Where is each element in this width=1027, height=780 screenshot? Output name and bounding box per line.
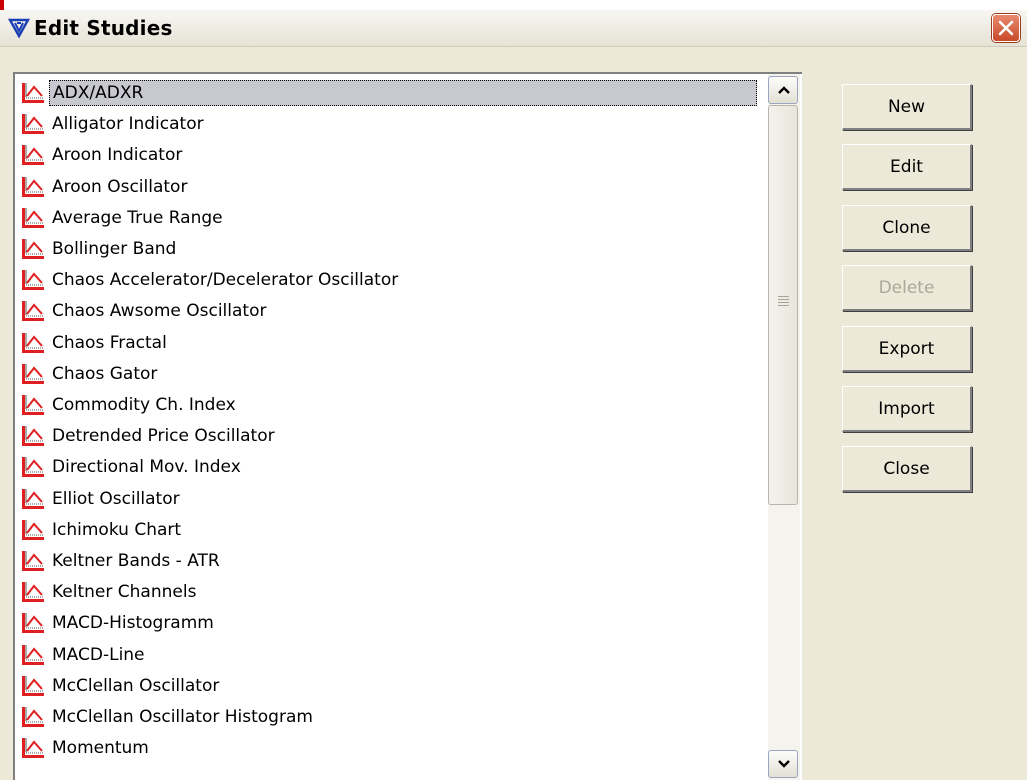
study-label: Average True Range	[52, 207, 223, 228]
study-list-item[interactable]: Aroon Indicator	[21, 140, 767, 170]
study-chart-icon	[21, 549, 47, 573]
study-list-item[interactable]: Momentum	[21, 733, 767, 763]
study-chart-icon	[21, 643, 47, 667]
study-label: MACD-Line	[52, 644, 145, 665]
study-label: Elliot Oscillator	[52, 488, 180, 509]
study-chart-icon	[21, 299, 47, 323]
study-list-item[interactable]: Bollinger Band	[21, 234, 767, 264]
study-list-item[interactable]: Alligator Indicator	[21, 109, 767, 139]
study-label: Keltner Channels	[52, 582, 197, 603]
study-chart-icon	[21, 736, 47, 760]
study-chart-icon	[21, 143, 47, 167]
scroll-thumb[interactable]	[768, 105, 798, 505]
delete-button[interactable]: Delete	[842, 265, 972, 311]
window-title: Edit Studies	[34, 16, 173, 40]
study-chart-icon	[21, 705, 47, 729]
study-list-item[interactable]: MACD-Line	[21, 640, 767, 670]
study-label: Aroon Oscillator	[52, 176, 188, 197]
close-icon	[998, 20, 1014, 36]
study-chart-icon	[21, 268, 47, 292]
study-list-item[interactable]: Directional Mov. Index	[21, 452, 767, 482]
study-list-item[interactable]: Chaos Fractal	[21, 328, 767, 358]
study-label: MACD-Histogramm	[52, 613, 214, 634]
studies-list[interactable]: ADX/ADXR Alligator Indicator Aroon Indicat…	[17, 74, 767, 780]
study-label: Ichimoku Chart	[52, 519, 182, 540]
tradesignal-logo-icon	[7, 17, 31, 39]
scroll-down-button[interactable]	[768, 750, 798, 778]
study-label: Momentum	[52, 738, 149, 759]
study-chart-icon	[21, 424, 47, 448]
study-chart-icon	[21, 518, 47, 542]
study-list-item[interactable]: Ichimoku Chart	[21, 515, 767, 545]
study-list-item[interactable]: McClellan Oscillator	[21, 671, 767, 701]
study-label: Commodity Ch. Index	[52, 395, 236, 415]
study-list-item[interactable]: Elliot Oscillator	[21, 484, 767, 514]
study-chart-icon	[21, 175, 47, 199]
study-list-item[interactable]: Detrended Price Oscillator	[21, 421, 767, 451]
study-label: Alligator Indicator	[52, 114, 204, 135]
studies-list-box[interactable]: ADX/ADXR Alligator Indicator Aroon Indicat…	[13, 72, 802, 780]
study-chart-icon	[21, 362, 47, 386]
study-label: McClellan Oscillator	[52, 675, 220, 696]
study-chart-icon	[21, 674, 47, 698]
study-label: Chaos Gator	[52, 363, 158, 384]
study-list-item[interactable]: MACD-Histogramm	[21, 608, 767, 638]
study-label: Detrended Price Oscillator	[52, 426, 275, 447]
study-list-item[interactable]: Commodity Ch. Index	[21, 390, 767, 420]
study-list-item[interactable]: Keltner Channels	[21, 577, 767, 607]
import-button[interactable]: Import	[842, 386, 972, 432]
study-list-item[interactable]: Aroon Oscillator	[21, 172, 767, 202]
close-window-button[interactable]	[992, 14, 1020, 42]
title-bar[interactable]: Edit Studies	[0, 10, 1027, 47]
study-chart-icon	[21, 393, 47, 417]
study-chart-icon	[21, 455, 47, 479]
study-chart-icon	[21, 206, 47, 230]
clone-button[interactable]: Clone	[842, 205, 972, 251]
new-button[interactable]: New	[842, 84, 972, 130]
study-label: Keltner Bands - ATR	[52, 551, 220, 571]
scroll-up-button[interactable]	[768, 76, 798, 104]
scroll-grip	[778, 296, 789, 308]
study-chart-icon	[21, 331, 47, 355]
chevron-down-icon	[778, 760, 790, 768]
study-list-item[interactable]: Average True Range	[21, 203, 767, 233]
close-button[interactable]: Close	[842, 446, 972, 492]
study-chart-icon	[21, 112, 47, 136]
study-label: Chaos Awsome Oscillator	[52, 301, 267, 322]
study-chart-icon	[21, 611, 47, 635]
study-label: Bollinger Band	[52, 239, 177, 259]
study-label: ADX/ADXR	[49, 80, 757, 106]
study-label: Chaos Accelerator/Decelerator Oscillator	[52, 270, 399, 291]
vertical-scrollbar[interactable]	[768, 74, 800, 780]
study-label: McClellan Oscillator Histogram	[52, 707, 313, 727]
chevron-up-icon	[778, 86, 790, 94]
study-chart-icon	[21, 487, 47, 511]
edit-button[interactable]: Edit	[842, 144, 972, 190]
study-list-item[interactable]: Keltner Bands - ATR	[21, 546, 767, 576]
study-list-item[interactable]: Chaos Gator	[21, 359, 767, 389]
study-list-item[interactable]: Chaos Awsome Oscillator	[21, 296, 767, 326]
study-label: Aroon Indicator	[52, 145, 183, 166]
study-list-item[interactable]: ADX/ADXR	[21, 78, 767, 108]
study-list-item[interactable]: McClellan Oscillator Histogram	[21, 702, 767, 732]
study-chart-icon	[21, 237, 47, 261]
study-chart-icon	[21, 580, 47, 604]
study-chart-icon	[21, 81, 47, 105]
export-button[interactable]: Export	[842, 326, 972, 372]
study-label: Chaos Fractal	[52, 332, 167, 353]
study-list-item[interactable]: Chaos Accelerator/Decelerator Oscillator	[21, 265, 767, 295]
study-label: Directional Mov. Index	[52, 457, 241, 478]
